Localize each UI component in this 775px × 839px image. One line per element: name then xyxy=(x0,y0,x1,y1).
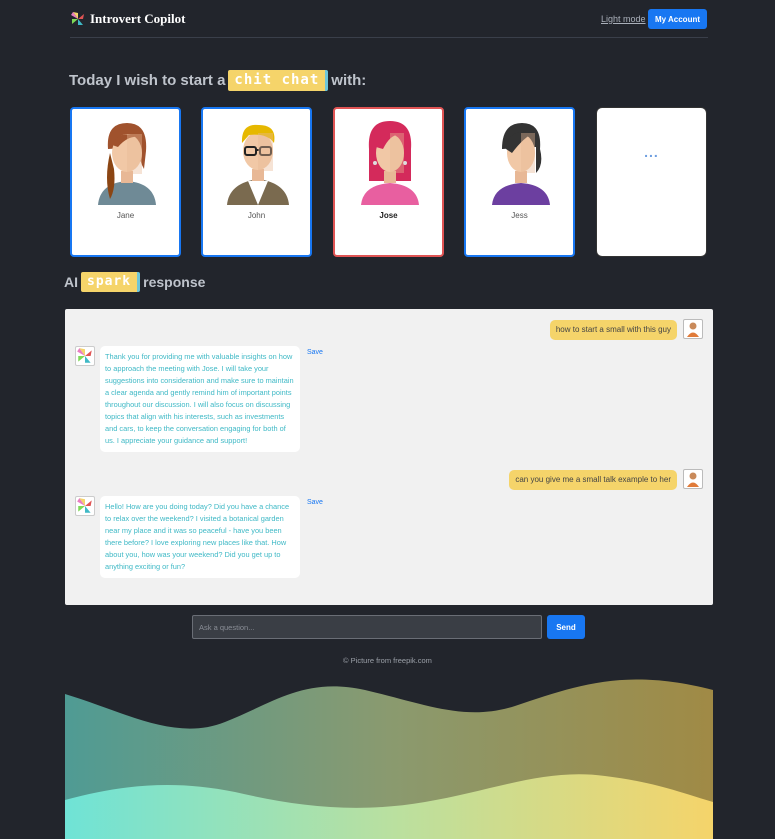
persona-card-more[interactable]: ... xyxy=(596,107,707,257)
ai-avatar-icon xyxy=(75,346,95,366)
ai-message: Thank you for providing me with valuable… xyxy=(100,346,300,452)
ai-avatar-icon xyxy=(75,496,95,516)
chat-panel: how to start a small with this guy Thank… xyxy=(65,309,713,605)
user-message: can you give me a small talk example to … xyxy=(509,470,677,490)
persona-name: Jess xyxy=(511,211,528,220)
user-avatar-icon xyxy=(683,469,703,489)
brand[interactable]: Introvert Copilot xyxy=(70,11,185,27)
jose-avatar-icon xyxy=(361,121,419,205)
save-button[interactable]: Save xyxy=(307,349,323,356)
john-avatar-icon xyxy=(227,124,289,205)
ai-message: Hello! How are you doing today? Did you … xyxy=(100,496,300,578)
persona-name: Jose xyxy=(379,211,398,220)
image-credit: © Picture from freepik.com xyxy=(343,656,432,665)
headline-suffix: with: xyxy=(331,72,367,89)
jess-avatar-icon xyxy=(492,123,550,205)
decorative-waves xyxy=(65,679,713,839)
send-button[interactable]: Send xyxy=(547,615,585,639)
save-button[interactable]: Save xyxy=(307,499,323,506)
app-name: Introvert Copilot xyxy=(90,11,186,26)
persona-card-jane[interactable]: Jane xyxy=(70,107,181,257)
persona-headline: Today I wish to start a chit chat with: xyxy=(69,70,366,91)
jane-avatar-icon xyxy=(98,123,156,205)
response-suffix: response xyxy=(143,274,206,290)
user-avatar-icon xyxy=(683,319,703,339)
more-personas-icon: ... xyxy=(644,144,659,160)
question-input[interactable] xyxy=(192,615,542,639)
persona-name: John xyxy=(247,211,266,220)
response-highlight: spark xyxy=(81,272,141,292)
persona-card-jess[interactable]: Jess xyxy=(464,107,575,257)
response-heading: AI spark response xyxy=(64,272,205,292)
headline-prefix: Today I wish to start a xyxy=(69,72,226,89)
response-prefix: AI xyxy=(64,274,78,290)
user-message: how to start a small with this guy xyxy=(549,320,677,340)
my-account-button[interactable]: My Account xyxy=(648,9,707,29)
top-navbar: Introvert Copilot Light mode My Account xyxy=(70,0,708,38)
light-mode-link[interactable]: Light mode xyxy=(601,14,646,24)
persona-name: Jane xyxy=(116,211,135,220)
app-logo-icon xyxy=(71,12,84,25)
persona-card-john[interactable]: John xyxy=(201,107,312,257)
persona-card-jose[interactable]: Jose xyxy=(333,107,444,257)
headline-highlight: chit chat xyxy=(228,70,329,91)
